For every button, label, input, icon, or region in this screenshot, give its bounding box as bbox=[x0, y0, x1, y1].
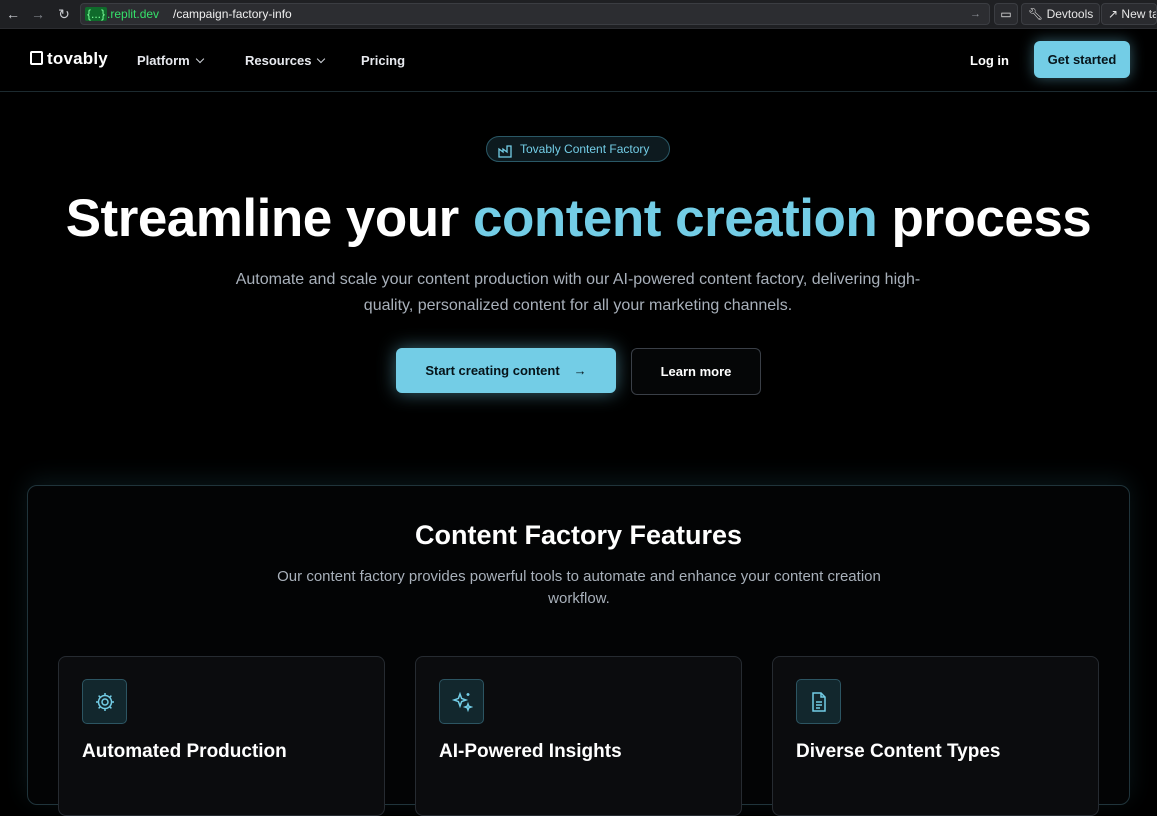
hero-subtitle: Automate and scale your content producti… bbox=[235, 271, 921, 314]
feature-card-title: Automated Production bbox=[82, 741, 287, 762]
url-path: /campaign-factory-info bbox=[173, 7, 292, 21]
feature-card-title: Diverse Content Types bbox=[796, 741, 1001, 762]
forward-icon[interactable]: → bbox=[29, 5, 47, 23]
nav-pricing[interactable]: Pricing bbox=[361, 53, 405, 68]
login-link[interactable]: Log in bbox=[970, 53, 1009, 68]
gear-icon bbox=[82, 679, 127, 724]
features-subtitle: Our content factory provides powerful to… bbox=[277, 568, 881, 607]
address-bar[interactable]: {...} .replit.dev /campaign-factory-info … bbox=[80, 3, 990, 25]
get-started-button[interactable]: Get started bbox=[1034, 41, 1130, 78]
screen-icon[interactable]: ▭ bbox=[994, 3, 1018, 25]
browser-toolbar: ← → ↻ {...} .replit.dev /campaign-factory… bbox=[0, 0, 1157, 29]
features-title: Content Factory Features bbox=[414, 520, 743, 550]
start-creating-button[interactable]: Start creating content → bbox=[396, 348, 616, 393]
go-arrow-icon[interactable]: → bbox=[970, 4, 981, 24]
sparkles-icon bbox=[439, 679, 484, 724]
nav-platform[interactable]: Platform bbox=[137, 53, 204, 68]
nav-resources[interactable]: Resources bbox=[245, 53, 326, 68]
external-link-icon: ↗ bbox=[1108, 7, 1119, 21]
new-tab-button[interactable]: ↗ New ta bbox=[1101, 3, 1157, 25]
logo-mark-icon bbox=[30, 51, 43, 65]
learn-more-button[interactable]: Learn more bbox=[631, 348, 761, 395]
feature-card: AI-Powered Insights bbox=[415, 656, 742, 816]
feature-card: Automated Production bbox=[58, 656, 385, 816]
wrench-icon: 🔧︎ bbox=[1028, 7, 1044, 21]
chevron-down-icon bbox=[317, 54, 326, 64]
chevron-down-icon bbox=[195, 54, 204, 64]
url-host: {...} .replit.dev bbox=[85, 7, 160, 21]
arrow-right-icon: → bbox=[573, 363, 587, 378]
hero-badge: Tovably Content Factory bbox=[486, 136, 670, 162]
feature-card-title: AI-Powered Insights bbox=[439, 741, 622, 762]
reload-icon[interactable]: ↻ bbox=[55, 5, 73, 23]
back-icon[interactable]: ← bbox=[4, 5, 22, 23]
hero-title: Streamline your content creation process bbox=[65, 189, 1092, 248]
feature-card: Diverse Content Types bbox=[772, 656, 1099, 816]
features-section: Content Factory Features Our content fac… bbox=[27, 485, 1130, 816]
devtools-button[interactable]: 🔧︎ Devtools bbox=[1021, 3, 1101, 25]
logo[interactable]: tovably bbox=[30, 49, 108, 69]
site-header: tovably Platform Resources Pricing Log i… bbox=[0, 30, 1157, 92]
factory-icon bbox=[498, 142, 512, 166]
document-icon bbox=[796, 679, 841, 724]
